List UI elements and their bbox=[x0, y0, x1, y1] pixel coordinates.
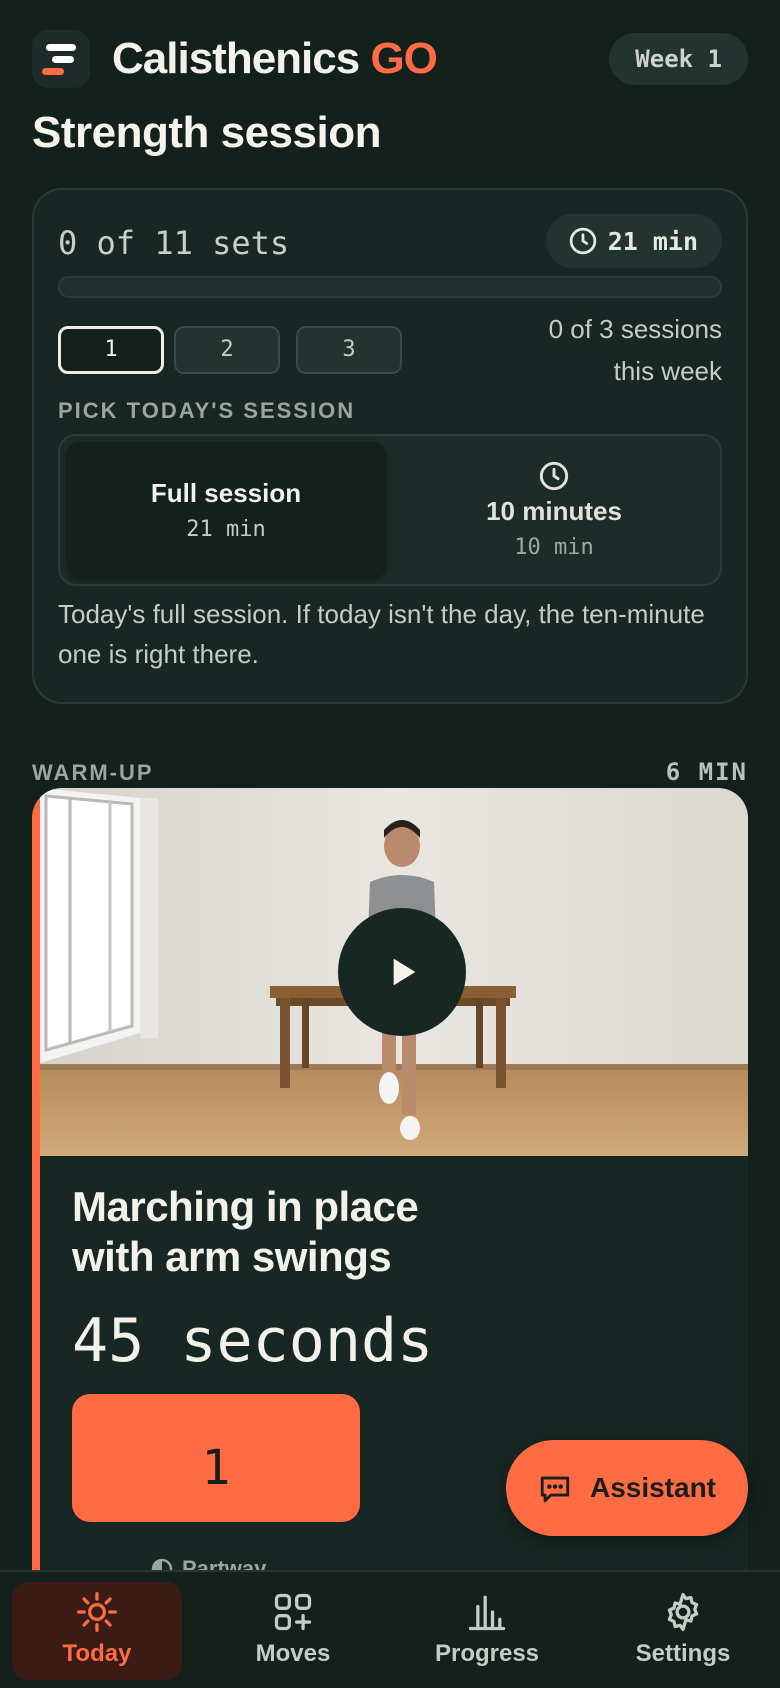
nav-settings[interactable]: Settings bbox=[598, 1582, 768, 1680]
nav-moves[interactable]: Moves bbox=[208, 1582, 378, 1680]
sessions-week-count: 0 of 3 sessions bbox=[548, 314, 722, 344]
exercise-card: Marching in place with arm swings 45 sec… bbox=[32, 788, 748, 1688]
full-session-option[interactable]: Full session 21 min bbox=[66, 442, 386, 578]
nav-today-label: Today bbox=[62, 1640, 132, 1667]
sets-progress-bar bbox=[58, 276, 722, 298]
section-label-warmup: WARM-UP bbox=[32, 760, 154, 785]
session-note: Today's full session. If today isn't the… bbox=[58, 599, 705, 669]
sessions-this-week: 0 of 3 sessions this week bbox=[522, 308, 722, 392]
sets-count: 0 of 11 sets bbox=[58, 224, 290, 262]
full-session-title: Full session bbox=[150, 478, 302, 508]
total-time-text: 21 min bbox=[607, 226, 698, 256]
nav-settings-label: Settings bbox=[635, 1640, 731, 1667]
play-button[interactable] bbox=[338, 908, 466, 1036]
ten-minute-option[interactable]: 10 minutes 10 min bbox=[394, 442, 714, 578]
exercise-title: Marching in place with arm swings bbox=[72, 1182, 592, 1282]
play-icon bbox=[393, 958, 416, 986]
exercise-title-line2: with arm swings bbox=[72, 1233, 392, 1280]
chat-icon bbox=[540, 1476, 570, 1503]
ten-minute-title: 10 minutes bbox=[486, 496, 622, 526]
current-exercise-indicator bbox=[32, 788, 40, 1688]
session-tab-3[interactable]: 3 bbox=[296, 326, 402, 374]
bottom-nav: Today Moves Progress Settings bbox=[0, 1570, 780, 1688]
sessions-week-label: this week bbox=[613, 356, 722, 386]
app-title-accent: GO bbox=[370, 34, 437, 83]
sun-icon bbox=[77, 1592, 117, 1632]
app-header: Calisthenics GO Week 1 bbox=[32, 30, 748, 90]
ten-minute-time: 10 min bbox=[514, 535, 594, 560]
nav-progress-label: Progress bbox=[434, 1640, 540, 1667]
pick-session-label: PICK TODAY'S SESSION bbox=[58, 398, 356, 423]
gear-icon bbox=[667, 1592, 699, 1632]
section-duration: 6 MIN bbox=[665, 758, 748, 786]
app-logo-icon[interactable] bbox=[32, 30, 90, 88]
total-time-badge: 21 min bbox=[545, 214, 722, 268]
app-title: Calisthenics GO bbox=[112, 34, 438, 84]
exercise-title-line1: Marching in place bbox=[72, 1183, 419, 1230]
app-title-main: Calisthenics bbox=[112, 34, 360, 83]
nav-today[interactable]: Today bbox=[12, 1582, 182, 1680]
session-tab-1[interactable]: 1 bbox=[58, 326, 164, 374]
session-picker: Full session 21 min 10 minutes 10 min bbox=[58, 434, 722, 586]
grid-plus-icon bbox=[274, 1593, 312, 1631]
exercise-video[interactable] bbox=[40, 788, 748, 1156]
bar-chart-icon bbox=[468, 1595, 506, 1631]
week-badge[interactable]: Week 1 bbox=[609, 33, 748, 85]
page-title: Strength session bbox=[32, 108, 381, 157]
set-counter-button[interactable]: 1 bbox=[72, 1394, 360, 1522]
nav-progress[interactable]: Progress bbox=[402, 1582, 572, 1680]
clock-icon bbox=[569, 227, 596, 255]
nav-moves-label: Moves bbox=[255, 1640, 331, 1667]
session-card: 0 of 11 sets 21 min 1 2 3 0 of 3 session… bbox=[32, 188, 748, 704]
clock-icon bbox=[539, 461, 569, 491]
full-session-time: 21 min bbox=[186, 517, 266, 542]
assistant-label: Assistant bbox=[589, 1472, 717, 1503]
assistant-button[interactable]: Assistant bbox=[506, 1440, 748, 1536]
exercise-duration: 45 seconds bbox=[72, 1306, 434, 1376]
session-tab-2[interactable]: 2 bbox=[174, 326, 280, 374]
